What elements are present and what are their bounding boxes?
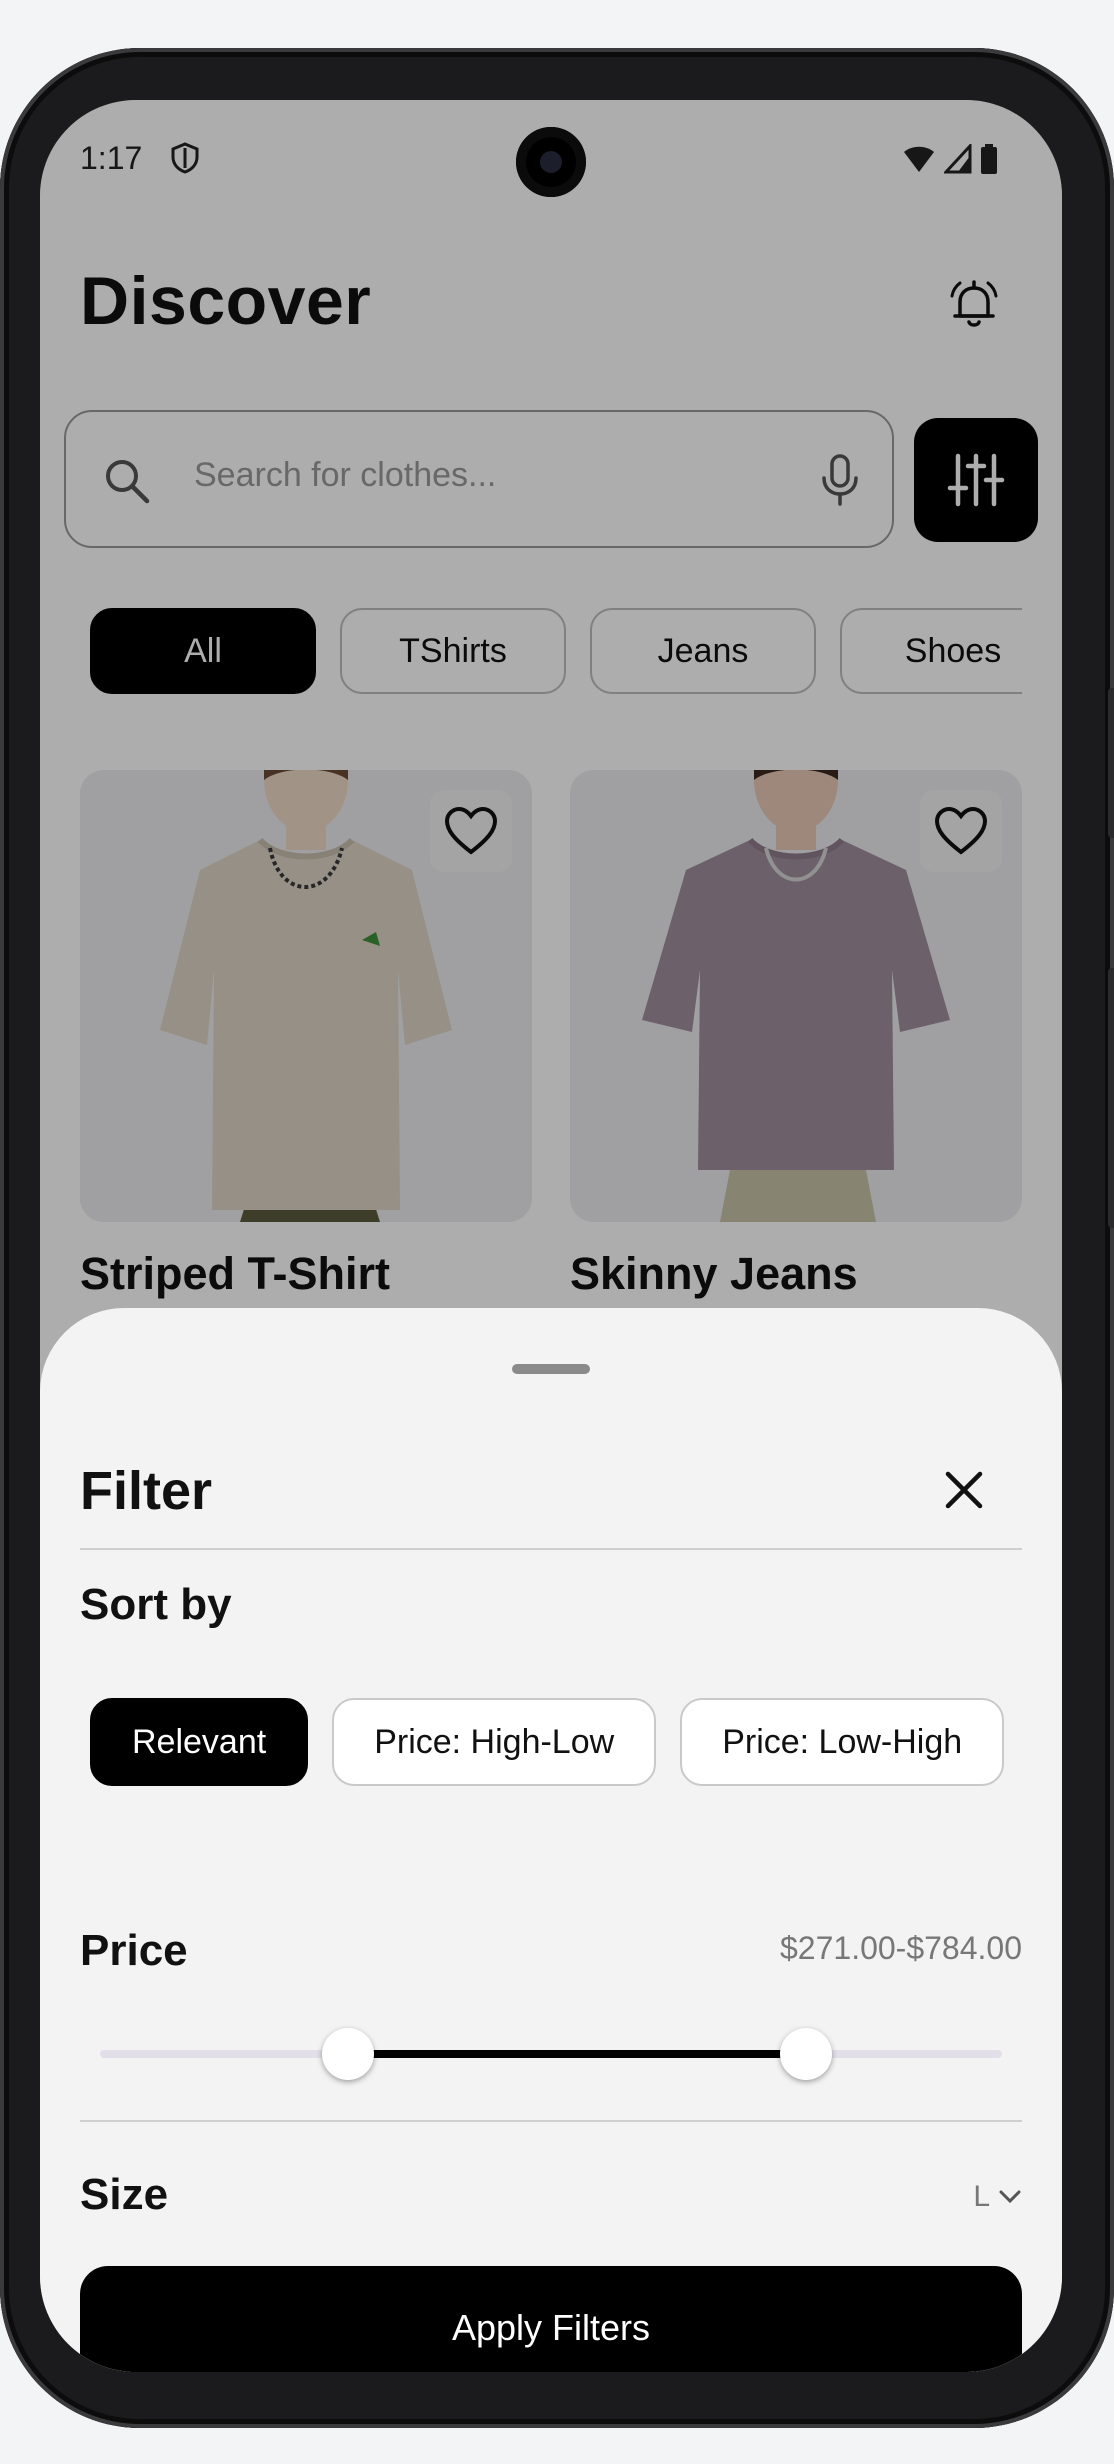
- divider: [80, 1548, 1022, 1550]
- apply-filters-button[interactable]: Apply Filters: [80, 2266, 1022, 2372]
- price-range-value: $271.00-$784.00: [780, 1930, 1022, 1966]
- price-label: Price: [80, 1926, 188, 1975]
- price-slider-fill: [348, 2050, 807, 2058]
- sheet-title: Filter: [80, 1461, 213, 1521]
- size-value: L: [973, 2180, 990, 2213]
- sort-by-label: Sort by: [80, 1580, 232, 1629]
- price-slider-min-handle[interactable]: [322, 2028, 375, 2080]
- power-button: [1108, 688, 1114, 838]
- size-dropdown[interactable]: L: [973, 2180, 1022, 2214]
- close-icon[interactable]: [942, 1468, 986, 1512]
- drag-handle[interactable]: [512, 1364, 590, 1374]
- chevron-down-icon: [999, 2190, 1021, 2204]
- sort-option-high-low[interactable]: Price: High-Low: [332, 1698, 657, 1786]
- filter-bottom-sheet: Filter Sort by Relevant Price: High-Low …: [40, 1308, 1062, 2372]
- price-slider-max-handle[interactable]: [780, 2028, 833, 2080]
- sort-option-relevant[interactable]: Relevant: [90, 1698, 309, 1786]
- price-slider[interactable]: [100, 2028, 1002, 2080]
- sort-option-low-high[interactable]: Price: Low-High: [680, 1698, 1005, 1786]
- screen: 1:17 Discover Search for clothes... All …: [40, 100, 1062, 2372]
- size-label: Size: [80, 2170, 169, 2219]
- sort-options: Relevant Price: High-Low Price: Low-High: [90, 1698, 1022, 1786]
- divider: [80, 2120, 1022, 2122]
- volume-button: [1108, 968, 1114, 1228]
